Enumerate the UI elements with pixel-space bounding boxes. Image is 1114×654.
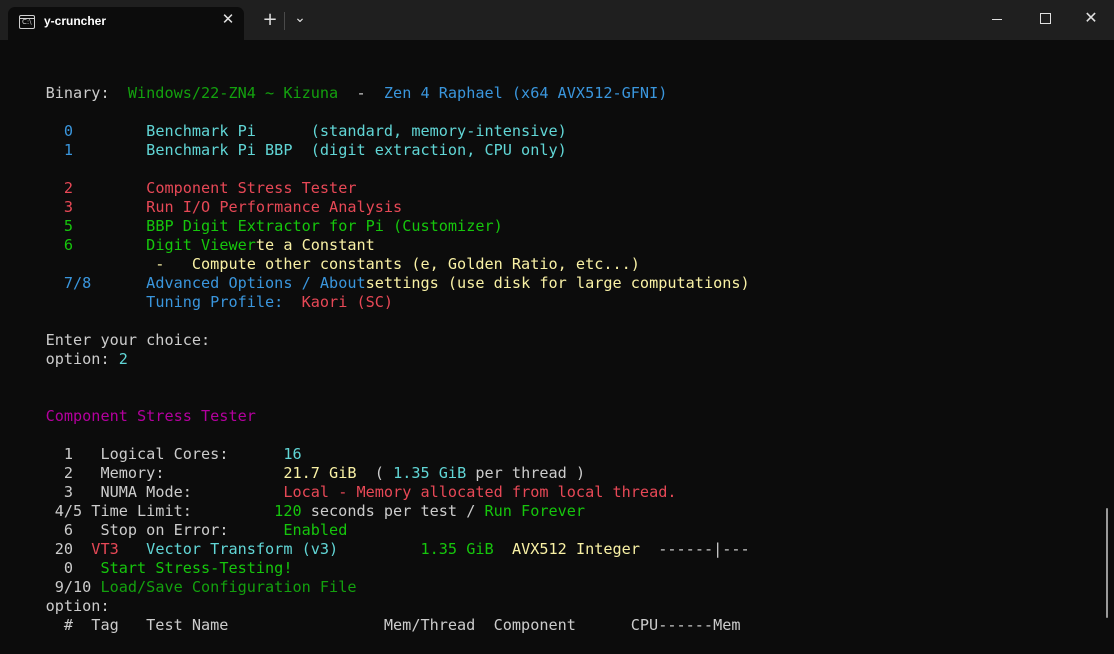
menu-number: 1 <box>45 141 74 159</box>
new-tab-button[interactable]: + <box>260 10 280 30</box>
terminal-icon: C:\ <box>19 15 35 29</box>
minimize-icon[interactable] <box>992 19 1002 20</box>
setting-time-limit: 4/5 Time Limit: 120 seconds per test / R… <box>9 483 585 520</box>
tuning-value: Kaori (SC) <box>301 293 394 311</box>
test-mem: 1.35 GiB <box>420 540 494 558</box>
tab-title: y-cruncher <box>44 14 107 28</box>
test-component: AVX512 Integer <box>511 540 640 558</box>
menu-label: Benchmark Pi BBP (digit extraction, CPU … <box>146 141 567 159</box>
terminal-output[interactable]: Binary: Windows/22-ZN4 ~ Kizuna - Zen 4 … <box>0 40 1114 634</box>
tuning-label: Tuning Profile: <box>146 293 302 311</box>
menu-item-0: 0 Benchmark Pi (standard, memory-intensi… <box>9 103 567 140</box>
menu-item-5: 5 BBP Digit Extractor for Pi (Customizer… <box>9 198 503 235</box>
menu-item-7-8: 7/8 Advanced Options / Aboutsettings (us… <box>9 255 750 292</box>
tab-y-cruncher[interactable]: C:\ y-cruncher ✕ <box>8 7 244 40</box>
table-header: # Tag Test Name Mem/Thread Component CPU… <box>9 597 741 634</box>
section-title: Component Stress Tester <box>9 388 256 425</box>
run-forever: Run Forever <box>484 502 586 520</box>
option-line: option: 2 <box>9 331 128 368</box>
setting-label: Load/Save Configuration File <box>100 578 357 596</box>
menu-item-1: 1 Benchmark Pi BBP (digit extraction, CP… <box>9 122 567 159</box>
setting-memory: 2 Memory: 21.7 GiB ( 1.35 GiB per thread… <box>9 445 585 482</box>
start-stress-testing: 0 Start Stress-Testing! <box>9 540 293 577</box>
test-row-vt3: 20 VT3 Vector Transform (v3) 1.35 GiB AV… <box>9 521 750 558</box>
option-value: 2 <box>118 350 128 368</box>
menu-item-compute: - Compute other constants (e, Golden Rat… <box>9 236 640 273</box>
maximize-icon[interactable] <box>1040 13 1051 24</box>
binary-name: Windows/22-ZN4 ~ Kizuna <box>127 84 339 102</box>
binary-line: Binary: Windows/22-ZN4 ~ Kizuna - Zen 4 … <box>9 65 668 102</box>
scrollbar[interactable] <box>1106 508 1108 618</box>
section-title-text: Component Stress Tester <box>45 407 256 425</box>
setting-logical-cores: 1 Logical Cores: 16 <box>9 426 302 463</box>
menu-label-overlap: settings (use disk for large computation… <box>365 274 750 292</box>
title-bar: C:\ y-cruncher ✕ + ⌄ ✕ <box>0 0 1114 40</box>
binary-label: Binary: <box>45 84 128 102</box>
close-window-icon[interactable]: ✕ <box>1083 8 1099 28</box>
test-cpu-mem-bar: ------|--- <box>639 540 750 558</box>
menu-item-6: 6 Digit Viewerte a Constant <box>9 217 375 254</box>
table-header-text: # Tag Test Name Mem/Thread Component CPU… <box>45 616 741 634</box>
tuning-profile-line: Tuning Profile: Kaori (SC) <box>9 274 393 311</box>
load-save-config: 9/10 Load/Save Configuration File <box>9 559 357 596</box>
chevron-down-icon[interactable]: ⌄ <box>290 8 310 28</box>
binary-separator: - <box>338 84 384 102</box>
option-prompt[interactable]: option: <box>9 578 110 615</box>
divider <box>284 12 285 30</box>
close-tab-icon[interactable]: ✕ <box>218 9 238 29</box>
menu-item-3: 3 Run I/O Performance Analysis <box>9 179 402 216</box>
option-label: option: <box>45 350 119 368</box>
setting-stop-on-error: 6 Stop on Error: Enabled <box>9 502 347 539</box>
setting-numa-mode: 3 NUMA Mode: Local - Memory allocated fr… <box>9 464 677 501</box>
prompt-text: Enter your choice: <box>9 312 211 349</box>
binary-target: Zen 4 Raphael (x64 AVX512-GFNI) <box>383 84 668 102</box>
menu-item-2: 2 Component Stress Tester <box>9 160 357 197</box>
